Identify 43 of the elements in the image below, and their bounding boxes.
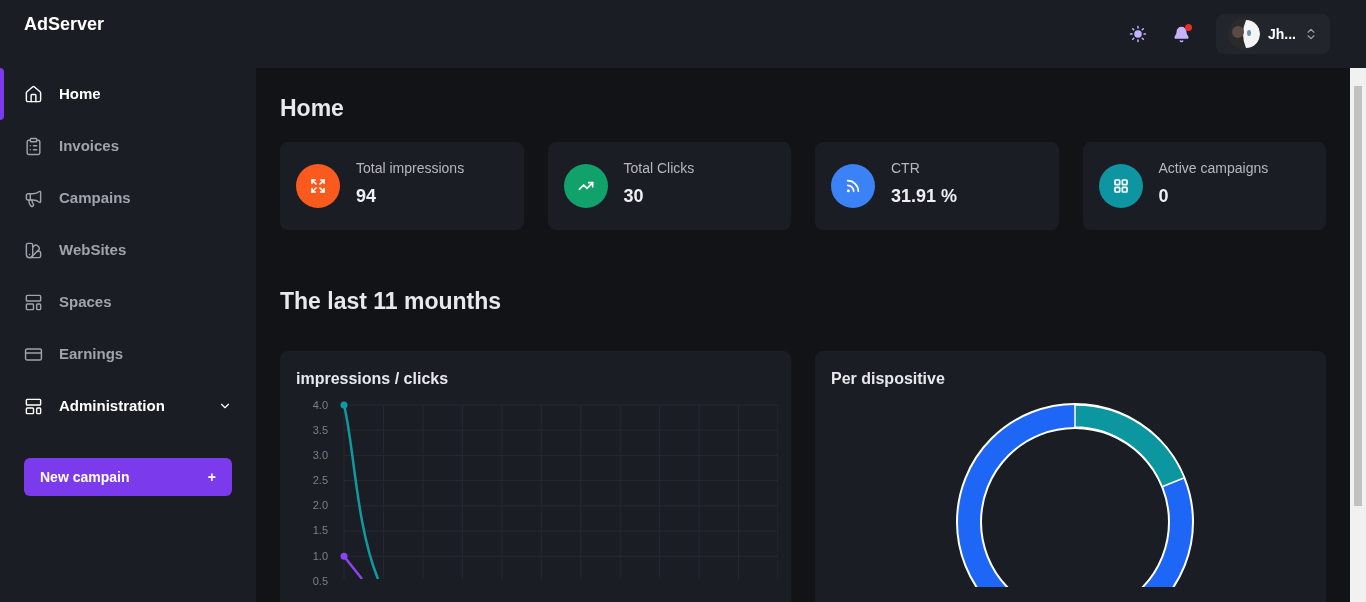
axis-tick-label: 3.5 — [312, 422, 328, 438]
bell-icon — [1173, 25, 1191, 43]
sidebar-item[interactable]: Invoices — [0, 120, 256, 172]
stat-value: 94 — [356, 185, 378, 208]
stat-label: Total Clicks — [623, 159, 695, 178]
axis-tick-label: 4.0 — [312, 397, 328, 413]
swatch-icon — [24, 240, 43, 260]
new-campaign-button[interactable]: New campain + — [24, 458, 232, 496]
stat-value: 0 — [1158, 185, 1170, 208]
section-title: The last 11 mounths — [280, 287, 503, 316]
stat-label: CTR — [891, 159, 921, 178]
sidebar-item[interactable]: WebSites — [0, 224, 256, 276]
plus-sign: + — [207, 467, 216, 487]
scrollbar[interactable] — [1350, 68, 1366, 602]
brand-logo[interactable]: AdServer — [0, 10, 105, 38]
axis-tick-label: 0.5 — [312, 573, 328, 589]
megaphone-icon — [24, 188, 43, 208]
stat-label: Active campaigns — [1158, 159, 1269, 178]
rss-icon — [845, 178, 861, 194]
axis-tick-label: 2.5 — [312, 473, 328, 489]
sidebar-item[interactable]: Earnings — [0, 328, 256, 380]
sidebar-item[interactable]: Home — [0, 68, 256, 120]
grid-icon — [1112, 178, 1129, 194]
axis-tick-label: 3.0 — [312, 447, 328, 463]
user-menu-button[interactable]: Jh... — [1216, 14, 1330, 54]
card-title: Per dispositive — [830, 368, 946, 389]
clipboard-icon — [24, 136, 43, 156]
layout-icon — [24, 396, 43, 416]
sidebar-item[interactable]: Administration — [0, 380, 256, 432]
stat-label: Total impressions — [356, 159, 465, 178]
layout-icon — [24, 292, 43, 312]
sun-icon — [1129, 25, 1147, 43]
home-icon — [24, 84, 43, 104]
sidebar-item[interactable]: Spaces — [0, 276, 256, 328]
sidebar-item[interactable]: Campains — [0, 172, 256, 224]
card-title: impressions / clicks — [295, 368, 450, 389]
stat-value: 30 — [623, 185, 645, 208]
axis-tick-label: 1.0 — [312, 548, 328, 564]
page-title: Home — [280, 94, 345, 123]
expand-icon — [310, 178, 326, 194]
stat-value: 31.91 % — [891, 185, 958, 208]
axis-tick-label: 2.0 — [312, 498, 328, 514]
axis-tick-label: 1.5 — [312, 523, 328, 539]
